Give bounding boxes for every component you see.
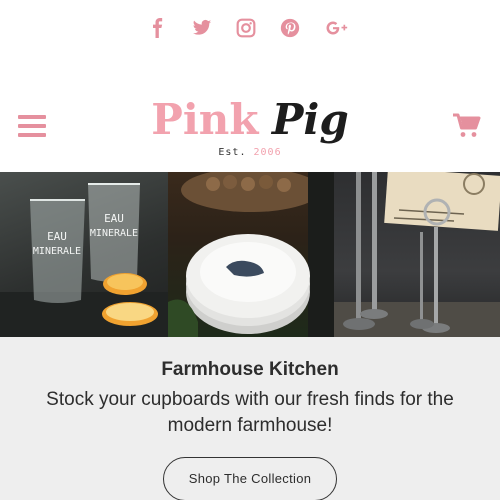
glass-label-left: EAU bbox=[47, 230, 67, 243]
logo-established: Est. 2006 bbox=[150, 147, 350, 158]
glass-label-right: EAU bbox=[104, 212, 124, 225]
pinterest-icon[interactable] bbox=[279, 17, 301, 39]
logo-word-pink: Pink bbox=[151, 95, 259, 144]
social-links-bar bbox=[0, 14, 500, 42]
glass-label-right-2: MINERALE bbox=[90, 228, 138, 239]
hero-image-strip: EAU MINERALE EAU MINERALE bbox=[0, 172, 500, 337]
glass-label-left-2: MINERALE bbox=[33, 246, 81, 257]
site-header: Pink Pig Est. 2006 bbox=[0, 95, 500, 165]
twitter-icon[interactable] bbox=[191, 17, 213, 39]
promo-title: Farmhouse Kitchen bbox=[161, 359, 339, 380]
promo-section: Farmhouse Kitchen Stock your cupboards w… bbox=[0, 337, 500, 500]
hamburger-menu-icon[interactable] bbox=[18, 115, 46, 139]
shop-collection-button[interactable]: Shop The Collection bbox=[163, 457, 337, 500]
glasses-illustration: EAU MINERALE EAU MINERALE bbox=[0, 183, 168, 337]
logo-est-year: 2006 bbox=[253, 147, 282, 158]
card-holders-illustration bbox=[334, 172, 500, 337]
shopping-cart-icon[interactable] bbox=[452, 113, 482, 139]
site-logo[interactable]: Pink Pig Est. 2006 bbox=[150, 95, 350, 165]
hero-image-card-holders[interactable] bbox=[334, 172, 500, 337]
hero-image-glasses[interactable]: EAU MINERALE EAU MINERALE bbox=[0, 172, 168, 337]
facebook-icon[interactable] bbox=[147, 17, 169, 39]
logo-est-label: Est. bbox=[218, 147, 247, 158]
google-plus-icon[interactable] bbox=[323, 17, 353, 39]
logo-wordmark: Pink Pig bbox=[150, 95, 350, 145]
instagram-icon[interactable] bbox=[235, 17, 257, 39]
promo-description: Stock your cupboards with our fresh find… bbox=[46, 389, 454, 436]
logo-word-pig: Pig bbox=[271, 95, 349, 144]
hero-image-plates[interactable] bbox=[168, 172, 334, 337]
plates-illustration bbox=[168, 172, 334, 337]
